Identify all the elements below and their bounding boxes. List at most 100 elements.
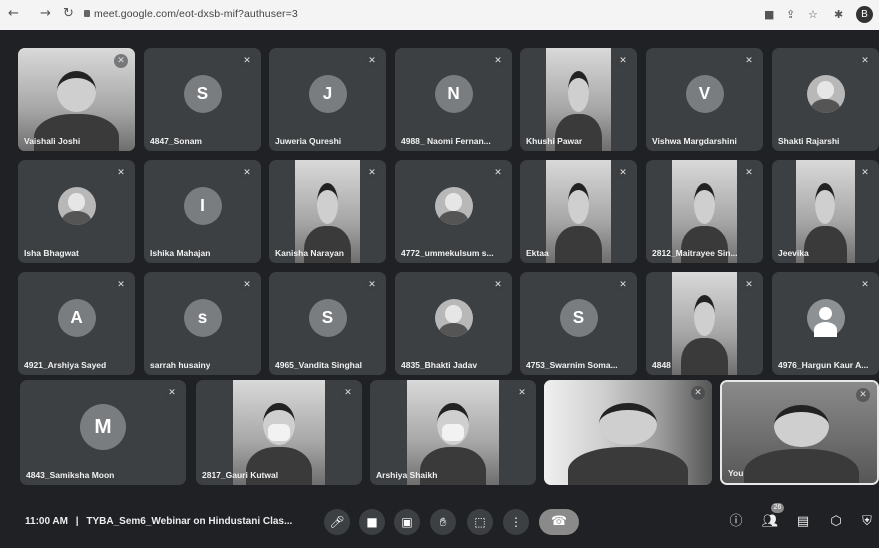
participant-photo [57,186,96,225]
mic-off-icon: ✕ [491,278,505,292]
mic-off-icon: ✕ [858,278,872,292]
participant-tile[interactable]: N ✕ 4988_ Naomi Fernan... [395,48,512,151]
person-icon [806,298,845,338]
participant-tile[interactable]: S ✕ 4847_Sonam [144,48,261,151]
participant-name: Shakti Rajarshi [778,136,840,146]
end-call-button[interactable]: ☎︎ [539,509,579,535]
participant-tile[interactable]: ✕ [544,380,712,485]
participant-avatar: S [559,298,598,337]
camera-button[interactable]: ■ [359,509,385,535]
participant-name: Arshiya Shaikh [376,470,438,480]
camera-indicator-icon[interactable]: ■ [764,8,774,21]
participant-tile[interactable]: I ✕ Ishika Mahajan [144,160,261,263]
meeting-title: TYBA_Sem6_Webinar on Hindustani Clas... [86,516,293,527]
participant-tile[interactable]: A ✕ 4921_Arshiya Sayed [18,272,135,375]
participant-tile[interactable]: ✕ Kanisha Narayan [269,160,386,263]
browser-toolbar: ← → ↻ meet.google.com/eot-dxsb-mif?authu… [0,0,879,30]
mic-button[interactable]: 🎤︎ [324,509,350,535]
mic-off-icon: ✕ [856,388,870,402]
participant-tile[interactable]: ✕ 4848 [646,272,763,375]
participant-tile[interactable]: ✕ Jeevika [772,160,879,263]
mic-off-icon: ✕ [515,386,529,400]
participant-avatar: I [183,186,222,225]
participant-avatar: M [80,403,126,450]
address-bar[interactable]: meet.google.com/eot-dxsb-mif?authuser=3 [94,8,298,20]
participant-avatar: N [434,74,473,113]
participant-tile[interactable]: ✕ 4772_ummekulsum s... [395,160,512,263]
participant-name: 4753_Swarnim Soma... [526,360,618,370]
participant-name: Isha Bhagwat [24,248,79,258]
host-controls-icon[interactable]: ⛨ [858,513,876,531]
participant-name: 4976_Hargun Kaur A... [778,360,869,370]
participant-avatar: V [685,74,724,113]
participant-avatar: S [308,298,347,337]
captions-icon: ▣ [401,515,413,529]
end-call-icon: ☎︎ [550,514,568,529]
participant-name: 4835_Bhakti Jadav [401,360,478,370]
meeting-time: 11:00 AM [25,516,68,527]
participant-tile[interactable]: ✕ 2817_Gauri Kutwal [196,380,362,485]
participant-video [672,272,737,375]
participant-name: 2812_Maitrayee Sin... [652,248,738,258]
mic-off-icon: ✕ [165,386,179,400]
participant-avatar: S [183,74,222,113]
mic-off-icon: ✕ [616,278,630,292]
back-icon[interactable]: ← [8,6,19,21]
participant-name: sarrah husainy [150,360,211,370]
extensions-icon[interactable]: ✱ [834,8,843,21]
participant-tile[interactable]: ✕ Arshiya Shaikh [370,380,536,485]
participant-tile[interactable]: M ✕ 4843_Samiksha Moon [20,380,186,485]
bookmark-star-icon[interactable]: ☆ [808,8,818,21]
profile-avatar[interactable]: B [856,6,873,23]
lock-icon [84,10,90,17]
participant-photo [806,74,845,113]
share-icon[interactable]: ⇪ [786,8,795,21]
participant-video [722,382,877,483]
participant-tile[interactable]: ✕ 4976_Hargun Kaur A... [772,272,879,375]
participant-name: 2817_Gauri Kutwal [202,470,279,480]
info-icon[interactable]: ⓘ [727,513,745,531]
participant-name: You [728,468,744,478]
participant-tile[interactable]: ✕ Isha Bhagwat [18,160,135,263]
mic-off-icon: ✕ [341,386,355,400]
mic-off-icon: ✕ [365,54,379,68]
participant-tile[interactable]: ✕ 2812_Maitrayee Sin... [646,160,763,263]
participant-avatar: s [183,298,222,337]
participant-name: Juweria Qureshi [275,136,342,146]
participant-tile[interactable]: ✕ Shakti Rajarshi [772,48,879,151]
present-icon: ⬚ [474,515,486,529]
mic-off-icon: ✕ [114,54,128,68]
meeting-info: 11:00 AM | TYBA_Sem6_Webinar on Hindusta… [25,516,292,527]
mic-off-icon: ✕ [742,278,756,292]
participant-name: 4847_Sonam [150,136,202,146]
participant-name: 4772_ummekulsum s... [401,248,494,258]
reload-icon[interactable]: ↻ [63,6,74,21]
participant-tile[interactable]: s ✕ sarrah husainy [144,272,261,375]
raise-hand-button[interactable]: ✋︎ [430,509,456,535]
participant-tile[interactable]: ✕ Vaishali Joshi [18,48,135,151]
activities-icon[interactable]: ⬡ [827,513,845,531]
participant-tile[interactable]: J ✕ Juweria Qureshi [269,48,386,151]
mic-icon: 🎤︎ [329,515,345,529]
mic-off-icon: ✕ [240,166,254,180]
people-icon[interactable]: 👥︎ [761,513,779,531]
participant-tile[interactable]: ✕ You [720,380,879,485]
participant-tile[interactable]: S ✕ 4753_Swarnim Soma... [520,272,637,375]
participant-tile[interactable]: ✕ Khushi Pawar [520,48,637,151]
participant-avatar: A [57,298,96,337]
present-button[interactable]: ⬚ [467,509,493,535]
participant-name: Khushi Pawar [526,136,583,146]
more-options-button[interactable]: ⋮ [503,509,529,535]
chat-icon[interactable]: ▤ [794,513,812,531]
participant-tile[interactable]: ✕ 4835_Bhakti Jadav [395,272,512,375]
participant-tile[interactable]: V ✕ Vishwa Margdarshini [646,48,763,151]
captions-button[interactable]: ▣ [394,509,420,535]
participant-name: 4965_Vandita Singhal [275,360,362,370]
participant-count-badge: 26 [771,503,784,513]
participant-name: Ishika Mahajan [150,248,211,258]
participant-tile[interactable]: S ✕ 4965_Vandita Singhal [269,272,386,375]
participant-name: Jeevika [778,248,809,258]
mic-off-icon: ✕ [240,54,254,68]
participant-tile[interactable]: ✕ Ektaa [520,160,637,263]
forward-icon[interactable]: → [40,6,51,21]
